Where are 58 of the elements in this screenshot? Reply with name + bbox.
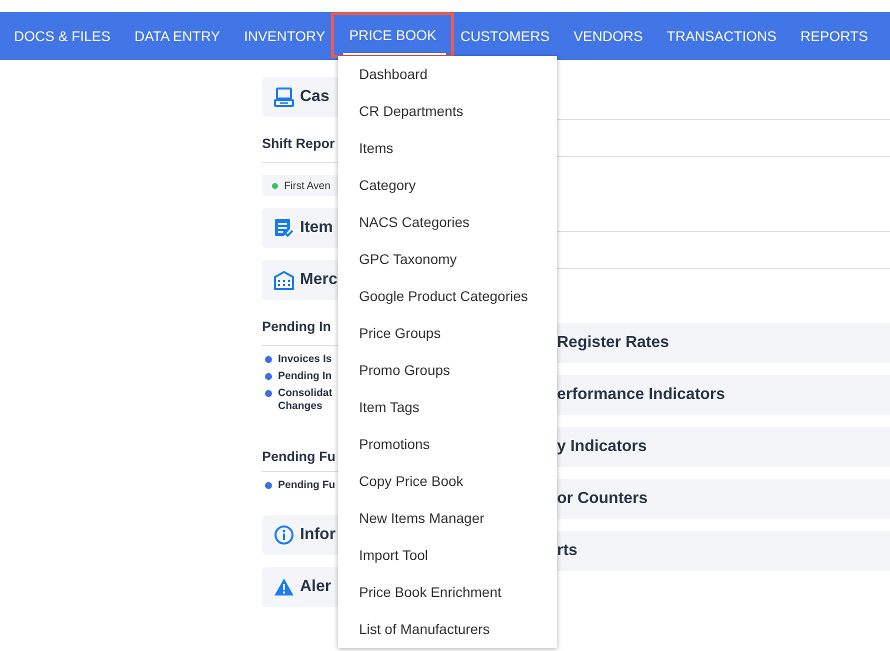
menu-item[interactable]: Copy Price Book: [338, 463, 557, 500]
nav-tab[interactable]: DATA ENTRY: [122, 12, 232, 60]
section-card[interactable]: Item: [262, 208, 338, 248]
nav-tab[interactable]: DOCS & FILES: [2, 12, 122, 60]
menu-item[interactable]: Promotions: [338, 426, 557, 463]
menu-item[interactable]: Price Book Enrichment: [338, 574, 557, 611]
section-heading: Pending In: [262, 319, 331, 334]
menu-item[interactable]: Item Tags: [338, 389, 557, 426]
status-row[interactable]: First Aven: [262, 175, 338, 196]
menu-item[interactable]: Items: [338, 130, 557, 167]
bullet-dot: [265, 356, 272, 363]
section-title: Aler: [300, 578, 332, 596]
pending-item-link[interactable]: Consolidat Changes: [278, 387, 338, 413]
menu-item[interactable]: Google Product Categories: [338, 278, 557, 315]
pending-item-link[interactable]: Pending In: [278, 370, 338, 383]
menu-item[interactable]: Promo Groups: [338, 352, 557, 389]
bullet-dot: [265, 390, 272, 397]
section-title: Cas: [300, 88, 330, 106]
bullet-dot: [265, 373, 272, 380]
menu-item[interactable]: Category: [338, 167, 557, 204]
pending-item-link[interactable]: Invoices Is: [278, 353, 338, 366]
section-card[interactable]: Merc: [262, 260, 338, 300]
menu-item[interactable]: List of Manufacturers: [338, 611, 557, 648]
menu-item[interactable]: NACS Categories: [338, 204, 557, 241]
section-heading: Pending Fu: [262, 449, 336, 464]
menu-item[interactable]: New Items Manager: [338, 500, 557, 537]
nav-tab[interactable]: TRANSACTIONS: [654, 12, 788, 60]
menu-item[interactable]: Price Groups: [338, 315, 557, 352]
info-icon: [274, 525, 294, 545]
menu-item[interactable]: GPC Taxonomy: [338, 241, 557, 278]
section-card[interactable]: Infor: [262, 515, 338, 555]
building-icon: [274, 270, 294, 290]
checklist-icon: [274, 218, 294, 238]
section-title: or Counters: [557, 490, 648, 508]
section-title: Item: [300, 219, 333, 237]
section-panel[interactable]: rts: [557, 531, 890, 571]
nav-tab[interactable]: VENDORS: [562, 12, 655, 60]
store-name: First Aven: [284, 180, 330, 192]
pending-item-link[interactable]: Pending Fu: [278, 479, 338, 492]
section-card[interactable]: Aler: [262, 567, 338, 607]
warning-icon: [274, 577, 294, 597]
menu-item[interactable]: CR Departments: [338, 93, 557, 130]
section-panel[interactable]: Register Rates: [557, 323, 890, 363]
menu-item[interactable]: Import Tool: [338, 537, 557, 574]
section-title: Register Rates: [557, 334, 670, 352]
section-panel[interactable]: or Counters: [557, 479, 890, 519]
section-title: Merc: [300, 271, 338, 289]
nav-tab[interactable]: REPORTS: [788, 12, 880, 60]
section-title: y Indicators: [557, 438, 647, 456]
section-card[interactable]: Cas: [262, 77, 338, 117]
laptop-icon: [274, 87, 294, 107]
section-panel[interactable]: erformance Indicators: [557, 375, 890, 415]
bullet-dot: [265, 482, 272, 489]
section-title: Infor: [300, 526, 336, 544]
section-title: rts: [557, 542, 578, 560]
section-title: erformance Indicators: [557, 386, 726, 404]
section-panel[interactable]: y Indicators: [557, 427, 890, 467]
section-heading: Shift Repor: [262, 136, 335, 151]
